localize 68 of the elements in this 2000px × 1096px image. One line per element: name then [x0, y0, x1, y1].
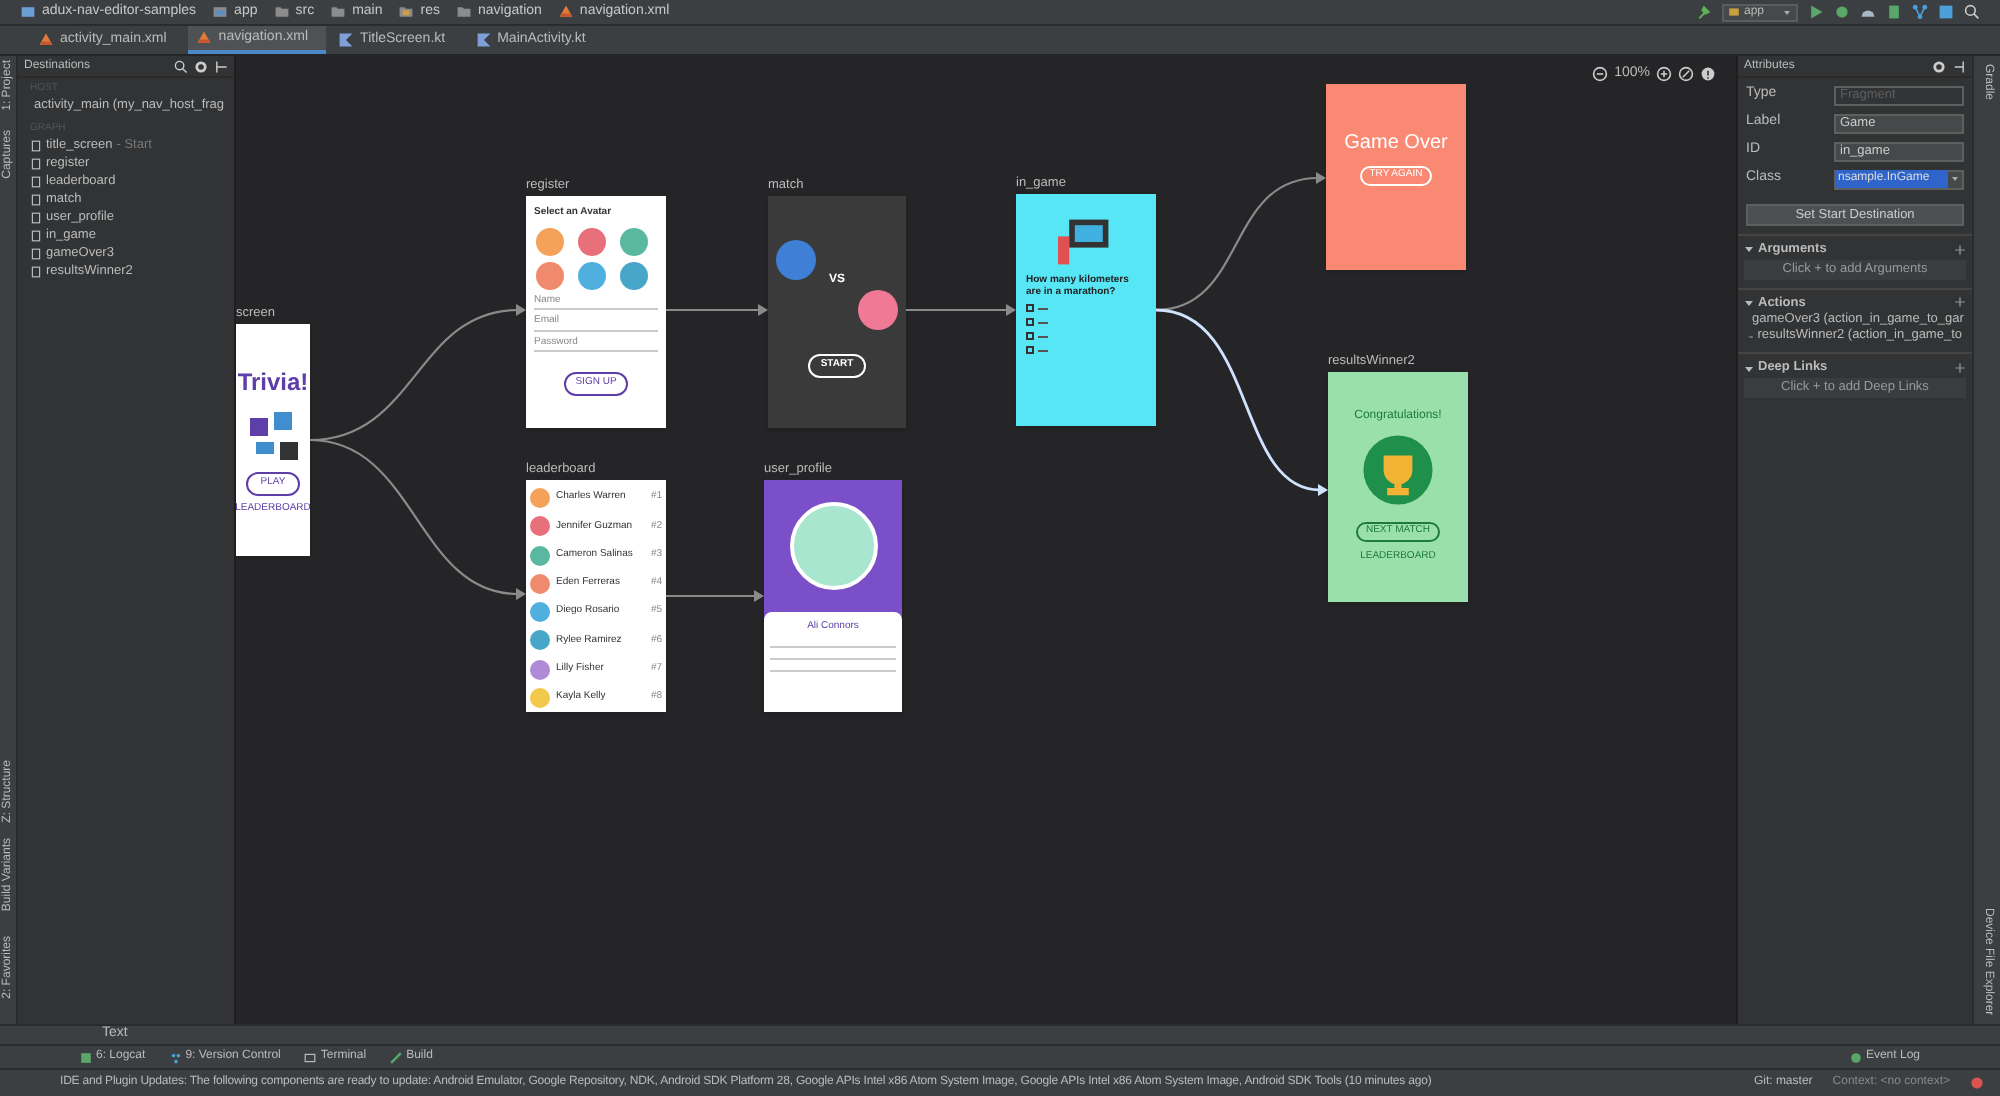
- caret-icon: [1782, 7, 1792, 17]
- kotlin-file-icon: [338, 32, 355, 48]
- avatar: [789, 502, 877, 590]
- avatar: [530, 602, 550, 623]
- add-icon[interactable]: [1954, 243, 1966, 256]
- xml-file-icon: [38, 32, 54, 48]
- hide-icon[interactable]: [1952, 59, 1966, 73]
- checkbox[interactable]: [1026, 346, 1034, 354]
- xml-file-icon: [196, 30, 213, 46]
- stat-row-line: [770, 669, 896, 671]
- expand-toggle-icon[interactable]: [1744, 363, 1754, 374]
- caret-icon: [1950, 174, 1960, 184]
- add-icon[interactable]: [1954, 296, 1966, 309]
- branch-icon: [169, 1051, 182, 1063]
- add-icon[interactable]: [1954, 362, 1966, 375]
- avatar: [620, 261, 648, 289]
- avatar: [530, 630, 550, 651]
- event-log-icon: [1849, 1051, 1862, 1063]
- stat-row-line: [770, 645, 896, 647]
- module-icon: [1728, 6, 1740, 18]
- stat-row-line: [770, 657, 896, 659]
- xml-file-icon: [557, 4, 574, 20]
- run-icon[interactable]: [1808, 4, 1824, 20]
- avatar: [530, 545, 550, 566]
- avatar: [530, 687, 550, 708]
- heading: Game Over: [1344, 130, 1448, 158]
- info-icon[interactable]: [1700, 66, 1716, 83]
- avatar: [620, 227, 648, 255]
- avatar: [530, 659, 550, 680]
- navigation-graph-canvas[interactable]: [236, 56, 1736, 1024]
- folder-icon: [456, 4, 472, 20]
- folder-icon: [273, 4, 290, 20]
- checkbox[interactable]: [1026, 332, 1034, 340]
- expand-toggle-icon[interactable]: [1744, 297, 1754, 308]
- app-title: Trivia!: [237, 366, 309, 400]
- settings-icon[interactable]: [194, 59, 208, 73]
- zoom-in-icon[interactable]: [1656, 66, 1672, 83]
- avd-manager-icon[interactable]: [1938, 4, 1954, 20]
- folder-icon: [330, 4, 347, 20]
- checkbox[interactable]: [1026, 318, 1034, 326]
- avatar: [530, 573, 550, 594]
- module-folder-icon: [212, 4, 229, 20]
- device-icon[interactable]: [1886, 4, 1902, 20]
- avatar: [530, 516, 550, 537]
- zoom-to-fit-icon[interactable]: [1678, 66, 1694, 83]
- kotlin-file-icon: [475, 32, 492, 48]
- avatar: [536, 227, 564, 255]
- resource-folder-icon: [398, 4, 415, 20]
- debug-icon[interactable]: [1834, 4, 1850, 20]
- collapse-icon[interactable]: [214, 59, 228, 73]
- zoom-out-icon[interactable]: [1592, 66, 1609, 83]
- checkbox[interactable]: [1026, 304, 1034, 312]
- trophy-badge-illustration: [1362, 434, 1434, 506]
- avatar: [858, 290, 898, 330]
- search-icon[interactable]: [1964, 4, 1980, 20]
- settings-icon[interactable]: [1932, 59, 1946, 73]
- error-icon[interactable]: [1970, 1076, 1984, 1090]
- avatar: [530, 488, 550, 509]
- module-folder-icon: [20, 4, 36, 20]
- terminal-icon: [304, 1051, 317, 1063]
- expand-toggle-icon[interactable]: [1744, 244, 1754, 255]
- avatar: [578, 261, 606, 289]
- avatar: [536, 261, 564, 289]
- avatar: [578, 227, 606, 255]
- avatar: [776, 240, 816, 280]
- search-icon[interactable]: [174, 59, 188, 73]
- logcat-icon: [80, 1051, 92, 1063]
- profiler-icon[interactable]: [1860, 4, 1876, 20]
